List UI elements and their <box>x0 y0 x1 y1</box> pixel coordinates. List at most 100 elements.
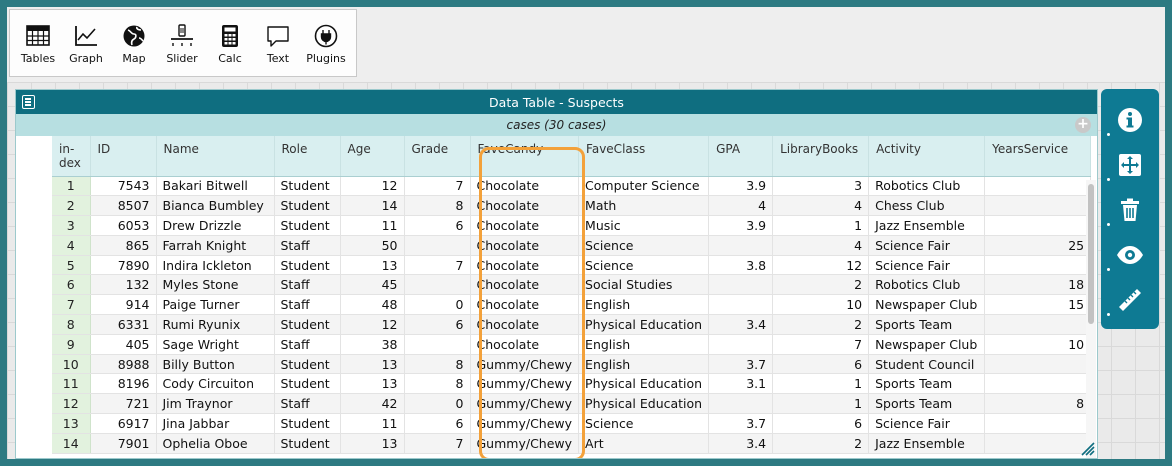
table-cell[interactable]: 2 <box>772 314 870 335</box>
table-cell[interactable]: 405 <box>90 334 157 355</box>
column-header[interactable]: GPA <box>708 136 774 177</box>
table-cell[interactable]: 4 <box>772 235 870 256</box>
table-cell[interactable]: 7 <box>404 176 471 197</box>
table-cell[interactable] <box>984 354 1092 375</box>
table-cell[interactable]: 12 <box>340 176 405 197</box>
table-cell[interactable]: Robotics Club <box>868 274 986 296</box>
table-cell[interactable]: 8 <box>404 373 471 395</box>
vertical-scrollbar[interactable] <box>1086 180 1096 458</box>
table-cell[interactable]: 18 <box>984 274 1092 296</box>
calc-tool[interactable]: Calc <box>206 10 254 76</box>
table-cell[interactable] <box>404 334 471 355</box>
table-cell[interactable]: Chocolate <box>470 314 580 335</box>
table-cell[interactable]: 1 <box>772 393 870 415</box>
table-cell[interactable] <box>404 235 471 256</box>
table-cell[interactable]: 3.8 <box>708 255 774 276</box>
table-cell[interactable]: 13 <box>340 373 405 395</box>
table-cell[interactable]: Physical Education <box>578 393 710 415</box>
table-cell[interactable] <box>708 294 774 316</box>
table-list-icon[interactable] <box>22 95 35 109</box>
table-cell[interactable]: 48 <box>340 294 405 316</box>
table-cell[interactable]: Drew Drizzle <box>156 215 275 236</box>
row-index-cell[interactable]: 4 <box>52 235 91 256</box>
table-cell[interactable]: 7 <box>772 334 870 355</box>
table-cell[interactable]: 12 <box>340 314 405 335</box>
table-row[interactable]: 7 914 Paige Turner Staff 48 0 Chocolate English… <box>52 294 1092 316</box>
table-cell[interactable]: Bianca Bumbley <box>156 195 275 217</box>
table-cell[interactable]: 10 <box>984 334 1092 355</box>
column-header[interactable]: FaveCandy <box>470 136 580 177</box>
table-cell[interactable]: 25 <box>984 235 1092 256</box>
column-header[interactable]: YearsService <box>984 136 1092 177</box>
table-title-bar[interactable]: Data Table - Suspects <box>16 90 1097 114</box>
table-cell[interactable]: 8 <box>984 393 1092 415</box>
text-tool[interactable]: Text <box>254 10 302 76</box>
table-cell[interactable]: 13 <box>340 354 405 375</box>
table-cell[interactable] <box>984 413 1092 434</box>
map-tool[interactable]: Map <box>110 10 158 76</box>
scrollbar-thumb[interactable] <box>1088 184 1094 324</box>
table-row[interactable]: 3 6053 Drew Drizzle Student 11 6 Chocolate Musi… <box>52 215 1092 236</box>
table-cell[interactable]: 6053 <box>90 215 157 236</box>
column-header[interactable]: LibraryBooks <box>772 136 870 177</box>
table-cell[interactable]: 8507 <box>90 195 157 217</box>
plus-circle-icon[interactable]: + <box>1075 117 1091 133</box>
row-index-cell[interactable]: 5 <box>52 255 91 276</box>
table-cell[interactable]: Science Fair <box>868 255 986 276</box>
table-cell[interactable]: 3.7 <box>708 354 774 375</box>
table-cell[interactable] <box>708 393 774 415</box>
row-index-cell[interactable]: 1 <box>52 176 91 197</box>
table-cell[interactable]: Social Studies <box>578 274 710 296</box>
table-cell[interactable]: 6 <box>772 354 870 375</box>
table-cell[interactable]: 8 <box>404 354 471 375</box>
table-cell[interactable] <box>984 314 1092 335</box>
table-cell[interactable]: 7890 <box>90 255 157 276</box>
table-cell[interactable] <box>984 176 1092 197</box>
column-header[interactable]: Grade <box>404 136 471 177</box>
column-header[interactable]: Age <box>340 136 405 177</box>
table-cell[interactable]: 10 <box>772 294 870 316</box>
table-row[interactable]: 14 7901 Ophelia Oboe Student 13 7 Gummy/Chewy A… <box>52 433 1092 454</box>
row-index-cell[interactable]: 6 <box>52 274 91 296</box>
table-cell[interactable] <box>404 274 471 296</box>
table-cell[interactable]: Math <box>578 195 710 217</box>
row-index-cell[interactable]: 3 <box>52 215 91 236</box>
table-cell[interactable]: Chocolate <box>470 255 580 276</box>
table-cell[interactable]: Student <box>274 255 341 276</box>
table-cell[interactable]: 132 <box>90 274 157 296</box>
table-cell[interactable]: 8196 <box>90 373 157 395</box>
table-cell[interactable]: Gummy/Chewy <box>470 393 580 415</box>
table-cell[interactable]: Computer Science <box>578 176 710 197</box>
table-cell[interactable]: Myles Stone <box>156 274 275 296</box>
table-cell[interactable] <box>708 334 774 355</box>
visibility-button[interactable] <box>1101 232 1159 277</box>
table-cell[interactable]: 6 <box>404 314 471 335</box>
table-cell[interactable]: Robotics Club <box>868 176 986 197</box>
table-cell[interactable]: 6917 <box>90 413 157 434</box>
table-cell[interactable]: 3.1 <box>708 373 774 395</box>
table-cell[interactable]: 0 <box>404 294 471 316</box>
table-cell[interactable]: Jazz Ensemble <box>868 433 986 454</box>
table-cell[interactable]: 1 <box>772 215 870 236</box>
table-cell[interactable] <box>984 433 1092 454</box>
row-index-cell[interactable]: 2 <box>52 195 91 217</box>
table-cell[interactable]: 3.9 <box>708 215 774 236</box>
table-cell[interactable]: Staff <box>274 393 341 415</box>
row-index-cell[interactable]: 11 <box>52 373 91 395</box>
table-cell[interactable]: 3.4 <box>708 314 774 335</box>
table-cell[interactable]: 13 <box>340 255 405 276</box>
table-cell[interactable]: 865 <box>90 235 157 256</box>
table-cell[interactable]: 4 <box>708 195 774 217</box>
table-cell[interactable]: Staff <box>274 294 341 316</box>
table-cell[interactable]: Science Fair <box>868 413 986 434</box>
table-cell[interactable]: 3.4 <box>708 433 774 454</box>
table-row[interactable]: 1 7543 Bakari Bitwell Student 12 7 Chocolate Co… <box>52 176 1092 197</box>
table-cell[interactable]: 721 <box>90 393 157 415</box>
table-row[interactable]: 11 8196 Cody Circuiton Student 13 8 Gummy/Chew… <box>52 373 1092 395</box>
table-cell[interactable]: 4 <box>772 195 870 217</box>
table-cell[interactable]: 1 <box>772 373 870 395</box>
table-cell[interactable]: 42 <box>340 393 405 415</box>
graph-tool[interactable]: Graph <box>62 10 110 76</box>
table-cell[interactable]: Staff <box>274 334 341 355</box>
table-cell[interactable] <box>708 274 774 296</box>
